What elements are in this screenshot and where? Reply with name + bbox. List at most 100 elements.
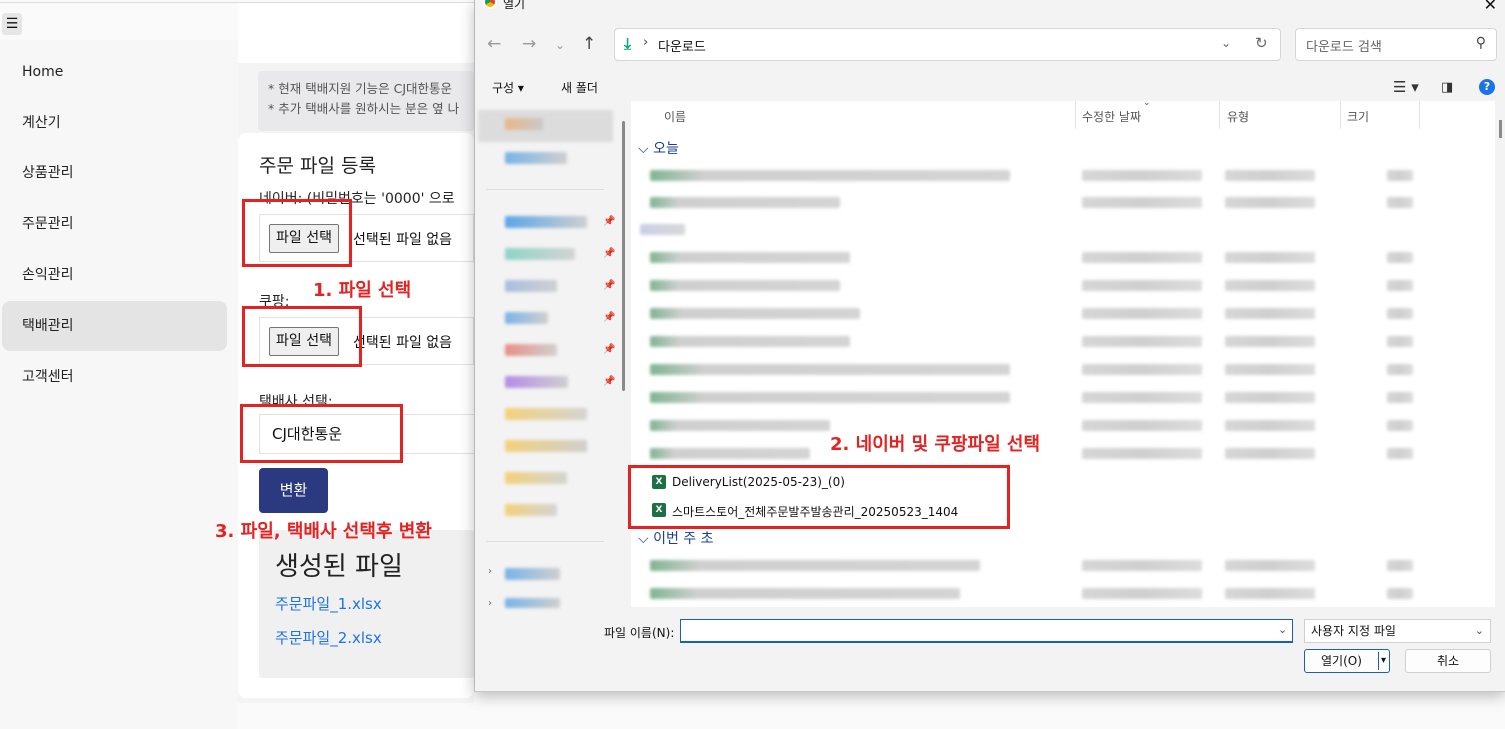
sidebar-item-orders[interactable]: 주문관리 (2, 199, 227, 249)
blurred-file-row[interactable] (650, 252, 850, 263)
blurred-date (1082, 280, 1202, 291)
expand-chevron-icon[interactable]: › (488, 566, 492, 577)
nav-pane-item[interactable] (505, 598, 560, 608)
preview-pane-icon[interactable]: ◨ (1441, 80, 1453, 95)
result-file-link-2[interactable]: 주문파일_2.xlsx (275, 627, 382, 648)
filetype-select[interactable]: 사용자 지정 파일 ⌄ (1304, 619, 1491, 643)
blurred-size (1387, 420, 1413, 431)
group-header-today[interactable]: ⌵ 오늘 (638, 138, 679, 158)
blurred-size (1387, 448, 1413, 459)
nav-pane-folder[interactable] (505, 504, 557, 516)
blurred-file-row[interactable] (650, 170, 1010, 181)
close-icon[interactable]: ✕ (1484, 0, 1497, 14)
file-list-scrollbar[interactable] (1499, 120, 1502, 138)
column-header-type[interactable]: 유형 (1227, 108, 1249, 125)
navigation-scrollbar[interactable] (622, 121, 625, 391)
expand-chevron-icon[interactable]: › (488, 598, 492, 609)
nav-pane-folder[interactable] (505, 408, 587, 420)
sidebar-item-home[interactable]: Home (2, 47, 227, 97)
search-input[interactable]: 다운로드 검색 ⚲ (1295, 28, 1497, 61)
column-header-name[interactable]: 이름 (664, 108, 686, 125)
blurred-file-row[interactable] (650, 197, 840, 208)
download-folder-icon: ⤓ (624, 34, 632, 53)
blurred-size (1387, 560, 1413, 571)
search-placeholder: 다운로드 검색 (1306, 40, 1382, 55)
organize-menu[interactable]: 구성 ▾ (492, 79, 524, 96)
blurred-file-row[interactable] (650, 588, 960, 599)
pin-icon: 📌 (603, 248, 616, 259)
address-bar[interactable]: ⤓ › 다운로드 ⌄ ↻ (614, 28, 1281, 61)
blurred-date (1082, 448, 1202, 459)
content-header (238, 3, 474, 63)
blurred-file-row[interactable] (650, 364, 1010, 375)
blurred-type (1225, 392, 1315, 403)
chevron-down-icon[interactable]: ⌄ (1221, 36, 1231, 50)
column-header-size[interactable]: 크기 (1347, 108, 1369, 125)
group-header-this-week-label: 이번 주 초 (653, 531, 714, 547)
new-folder-button[interactable]: 새 폴더 (561, 79, 598, 96)
blurred-date (1082, 392, 1202, 403)
nav-pane-item[interactable] (505, 280, 557, 292)
nav-pane-item[interactable] (505, 312, 548, 324)
recent-chevron-icon[interactable]: ⌄ (555, 38, 565, 52)
blurred-file-row[interactable] (650, 392, 1010, 403)
nav-pane-item[interactable] (505, 568, 560, 580)
view-menu-icon[interactable]: ☰ ▾ (1393, 78, 1419, 96)
blurred-size (1387, 197, 1413, 208)
notice-box: * 현재 택배지원 기능은 CJ대한통운 * 추가 택배사를 원하시는 분은 옆… (258, 71, 474, 131)
help-icon[interactable]: ? (1479, 79, 1495, 95)
blurred-size (1387, 308, 1413, 319)
up-arrow-icon[interactable]: ↑ (582, 34, 596, 54)
open-button[interactable]: 열기(O) ▾ (1304, 649, 1390, 673)
blurred-type (1225, 420, 1315, 431)
coupang-file-status: 선택된 파일 없음 (353, 335, 453, 351)
sort-chevron-icon: ⌄ (1143, 98, 1151, 108)
blurred-file-row[interactable] (650, 280, 840, 291)
nav-pane-item[interactable] (505, 376, 568, 388)
nav-pane-item[interactable] (505, 248, 575, 260)
blurred-file-row[interactable] (650, 448, 810, 459)
blurred-file-row[interactable] (650, 336, 850, 347)
group-header-this-week[interactable]: ⌵ 이번 주 초 (638, 528, 713, 548)
nav-pane-folder[interactable] (505, 440, 587, 452)
blurred-file-row[interactable] (650, 560, 980, 571)
forward-arrow-icon[interactable]: → (522, 34, 536, 54)
sidebar-item-support[interactable]: 고객센터 (2, 352, 227, 402)
back-arrow-icon[interactable]: ← (487, 34, 501, 54)
nav-pane-item[interactable] (505, 344, 557, 356)
blurred-file-row[interactable] (650, 308, 860, 319)
cancel-button[interactable]: 취소 (1405, 649, 1491, 673)
blurred-file-row[interactable] (650, 420, 830, 431)
sidebar-item-delivery[interactable]: 택배관리 (2, 301, 227, 351)
blurred-type (1225, 364, 1315, 375)
filetype-value: 사용자 지정 파일 (1311, 624, 1396, 638)
refresh-icon[interactable]: ↻ (1255, 34, 1268, 52)
nav-pane-selected-item[interactable] (478, 110, 613, 142)
nav-pane-item[interactable] (505, 216, 587, 228)
sidebar-item-profit[interactable]: 손익관리 (2, 250, 227, 300)
notice-line-1: * 현재 택배지원 기능은 CJ대한통운 (268, 81, 453, 96)
result-file-link-1[interactable]: 주문파일_1.xlsx (275, 593, 382, 614)
column-divider (1075, 101, 1076, 129)
naver-file-status: 선택된 파일 없음 (353, 232, 453, 248)
blurred-group-label (640, 224, 685, 235)
hamburger-icon[interactable]: ☰ (2, 13, 22, 35)
blurred-type (1225, 252, 1315, 263)
column-header-modified[interactable]: 수정한 날짜 (1082, 108, 1141, 125)
convert-button[interactable]: 변환 (259, 468, 328, 513)
blurred-date (1082, 170, 1202, 181)
sidebar-item-products[interactable]: 상품관리 (2, 148, 227, 198)
filename-input[interactable] (680, 619, 1293, 643)
blurred-date (1082, 252, 1202, 263)
pin-icon: 📌 (603, 376, 616, 387)
open-dropdown-icon[interactable]: ▾ (1381, 650, 1386, 672)
file-open-dialog: 열기 ✕ ← → ⌄ ↑ ⤓ › 다운로드 ⌄ ↻ 다운로드 검색 ⚲ 구성 ▾… (474, 0, 1505, 692)
annotation-box-coupang-file (242, 306, 362, 367)
column-divider (1219, 101, 1220, 129)
nav-pane-item[interactable] (505, 152, 567, 164)
nav-pane-item[interactable] (505, 118, 543, 130)
sidebar-item-calculator[interactable]: 계산기 (2, 98, 227, 148)
nav-pane-folder[interactable] (505, 472, 567, 484)
group-header-today-label: 오늘 (653, 141, 679, 157)
open-button-label: 열기(O) (1321, 654, 1362, 668)
